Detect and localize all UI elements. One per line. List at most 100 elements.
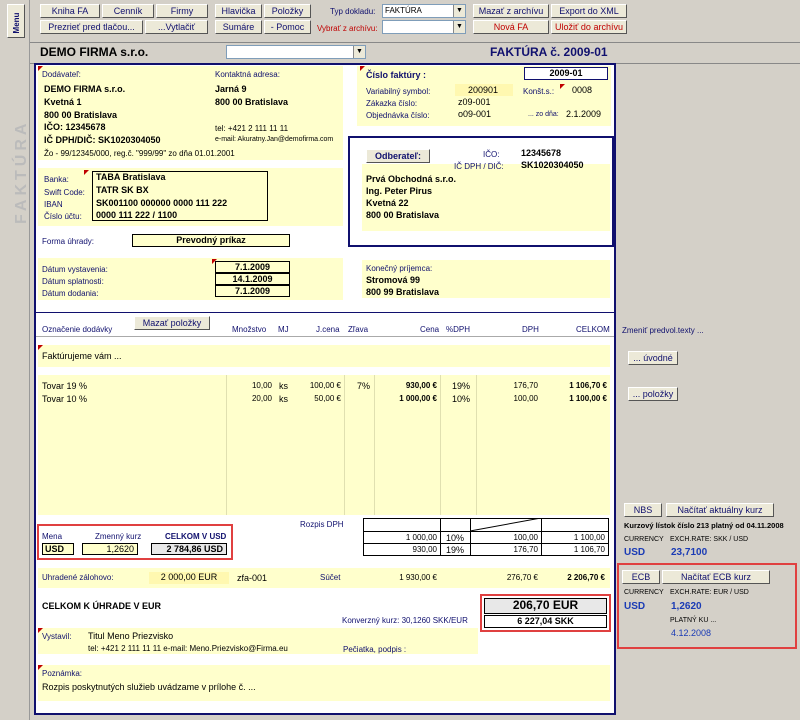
item-mj[interactable]: ks — [279, 394, 288, 404]
chevron-down-icon[interactable]: ▼ — [353, 46, 365, 58]
celkom-usd-value: 2 784,86 USD — [151, 543, 227, 555]
vyst-date[interactable]: 7.1.2009 — [215, 261, 290, 273]
odberatel-button[interactable]: Odberateľ: — [366, 149, 430, 163]
hlavicka-button[interactable]: Hlavička — [215, 4, 262, 18]
ecb-currency-label: CURRENCY — [624, 589, 664, 596]
nbs-rate: 23,7100 — [671, 547, 708, 558]
export-xml-button[interactable]: Export do XML — [551, 4, 627, 18]
item-price[interactable]: 50,00 € — [296, 394, 341, 403]
col-oznacenie: Označenie dodávky — [42, 325, 113, 334]
archiv-select[interactable]: ▼ — [382, 20, 466, 34]
ks-value[interactable]: 0008 — [572, 85, 592, 95]
kurz-value[interactable]: 1,2620 — [82, 543, 138, 555]
dph-pct: 10% — [446, 533, 465, 543]
col-dph: DPH — [522, 325, 539, 334]
cennik-button[interactable]: Cenník — [102, 4, 154, 18]
dph-pct: 19% — [446, 545, 465, 555]
dph-table-diagonal — [470, 518, 541, 531]
ucet-value[interactable]: 0000 111 222 / 1100 — [96, 210, 177, 220]
customer-ico[interactable]: 12345678 — [521, 148, 561, 158]
typ-dokladu-select[interactable]: FAKTÚRA ▼ — [382, 4, 466, 18]
splat-date[interactable]: 14.1.2009 — [215, 273, 290, 285]
zak-value[interactable]: z09-001 — [458, 97, 491, 107]
ulozit-button[interactable]: Uložiť do archívu — [551, 20, 627, 34]
menu-button[interactable]: Menu — [7, 4, 25, 38]
kniha-fa-button[interactable]: Kniha FA — [40, 4, 100, 18]
obj-value[interactable]: o09-001 — [458, 109, 491, 119]
ecb-platny: 4.12.2008 — [671, 628, 712, 638]
mazat-archiv-button[interactable]: Mazať z archívu — [473, 4, 549, 18]
vytlacit-button[interactable]: ...Vytlačiť — [145, 20, 208, 34]
ks-label: Konšt.s.: — [523, 87, 555, 96]
dph-amount: 100,00 — [513, 533, 538, 542]
item-qty[interactable]: 20,00 — [232, 394, 272, 403]
cislo-value[interactable]: 2009-01 — [524, 67, 608, 80]
nbs-button[interactable]: NBS — [624, 503, 662, 517]
kurz-label: Zmenný kurz — [95, 532, 142, 541]
zfa-value[interactable]: zfa-001 — [237, 573, 267, 583]
ecb-nacitat-button[interactable]: Načítať ECB kurz — [662, 570, 770, 584]
dod-label: Dátum dodania: — [42, 289, 99, 298]
payment-label: Forma úhrady: — [42, 237, 95, 246]
mazat-polozky-button[interactable]: Mazať položky — [134, 316, 210, 330]
recipient-street[interactable]: Stromová 99 — [366, 275, 420, 285]
prezriet-button[interactable]: Prezrieť pred tlačou... — [40, 20, 143, 34]
company-select[interactable]: ▼ — [226, 45, 366, 59]
pomoc-button[interactable]: - Pomoc — [264, 20, 311, 34]
item-price[interactable]: 100,00 € — [296, 381, 341, 390]
items-header-line — [36, 336, 614, 337]
item-pct[interactable]: 10% — [452, 394, 470, 404]
payment-value[interactable]: Prevodný príkaz — [132, 234, 290, 247]
intro-text[interactable]: Faktúrujeme vám ... — [42, 351, 122, 361]
dph-table-line — [440, 518, 441, 556]
uvodne-button[interactable]: ... úvodné — [628, 351, 678, 365]
item-name[interactable]: Tovar 19 % — [42, 381, 87, 391]
ecb-rate: 1,2620 — [671, 601, 702, 612]
flag-marker — [38, 66, 43, 71]
nbs-nacitat-button[interactable]: Načítať aktuálny kurz — [666, 503, 774, 517]
rozpis-dph-label: Rozpis DPH — [300, 520, 344, 529]
customer-city[interactable]: 800 00 Bratislava — [366, 210, 439, 220]
nova-fa-button[interactable]: Nová FA — [473, 20, 549, 34]
recipient-city[interactable]: 800 99 Bratislava — [366, 287, 439, 297]
dph-table-line — [363, 531, 609, 532]
swift-value[interactable]: TATR SK BX — [96, 185, 149, 195]
item-qty[interactable]: 10,00 — [232, 381, 272, 390]
banka-value[interactable]: TABA Bratislava — [96, 172, 166, 182]
splat-label: Dátum splatnosti: — [42, 277, 104, 286]
issuer-name[interactable]: Titul Meno Priezvisko — [88, 631, 173, 641]
chevron-down-icon[interactable]: ▼ — [453, 21, 465, 33]
dod-date[interactable]: 7.1.2009 — [215, 285, 290, 297]
vs-label: Variabilný symbol: — [366, 87, 431, 96]
customer-name[interactable]: Prvá Obchodná s.r.o. — [366, 174, 456, 184]
firmy-button[interactable]: Firmy — [156, 4, 208, 18]
side-label: FAKTÚRA — [13, 119, 30, 224]
typ-dokladu-label: Typ dokladu: — [330, 7, 376, 16]
flag-marker — [38, 628, 43, 633]
sumare-button[interactable]: Sumáre — [215, 20, 262, 34]
note-text[interactable]: Rozpis poskytnutých služieb uvádzame v p… — [42, 682, 256, 692]
archiv-label: Vybrať z archívu: — [317, 24, 378, 33]
zodna-value[interactable]: 2.1.2009 — [566, 109, 601, 119]
vs-value[interactable]: 200901 — [455, 85, 511, 95]
chevron-down-icon[interactable]: ▼ — [453, 5, 465, 17]
polozky-texty-button[interactable]: ... položky — [628, 387, 678, 401]
issuer-contact[interactable]: tel: +421 2 111 11 11 e-mail: Meno.Priez… — [88, 644, 288, 653]
sucet-label: Súčet — [320, 573, 341, 582]
item-name[interactable]: Tovar 10 % — [42, 394, 87, 404]
ecb-button[interactable]: ECB — [622, 570, 660, 584]
item-disc[interactable]: 7% — [357, 381, 370, 391]
note-label: Poznámka: — [42, 669, 83, 678]
dph-base: 1 000,00 — [405, 533, 437, 542]
iban-value[interactable]: SK001100 000000 0000 111 222 — [96, 198, 227, 208]
zmenit-texty-link[interactable]: Zmeniť predvol.texty ... — [622, 326, 704, 335]
customer-street[interactable]: Kvetná 22 — [366, 198, 409, 208]
dph-base: 930,00 — [412, 545, 437, 554]
polozky-button[interactable]: Položky — [264, 4, 311, 18]
item-pct[interactable]: 19% — [452, 381, 470, 391]
zalohy-value[interactable]: 2 000,00 EUR — [149, 572, 229, 584]
mena-value[interactable]: USD — [42, 543, 74, 555]
customer-dic[interactable]: SK1020304050 — [521, 160, 584, 170]
customer-person[interactable]: Ing. Peter Pirus — [366, 186, 432, 196]
item-mj[interactable]: ks — [279, 381, 288, 391]
